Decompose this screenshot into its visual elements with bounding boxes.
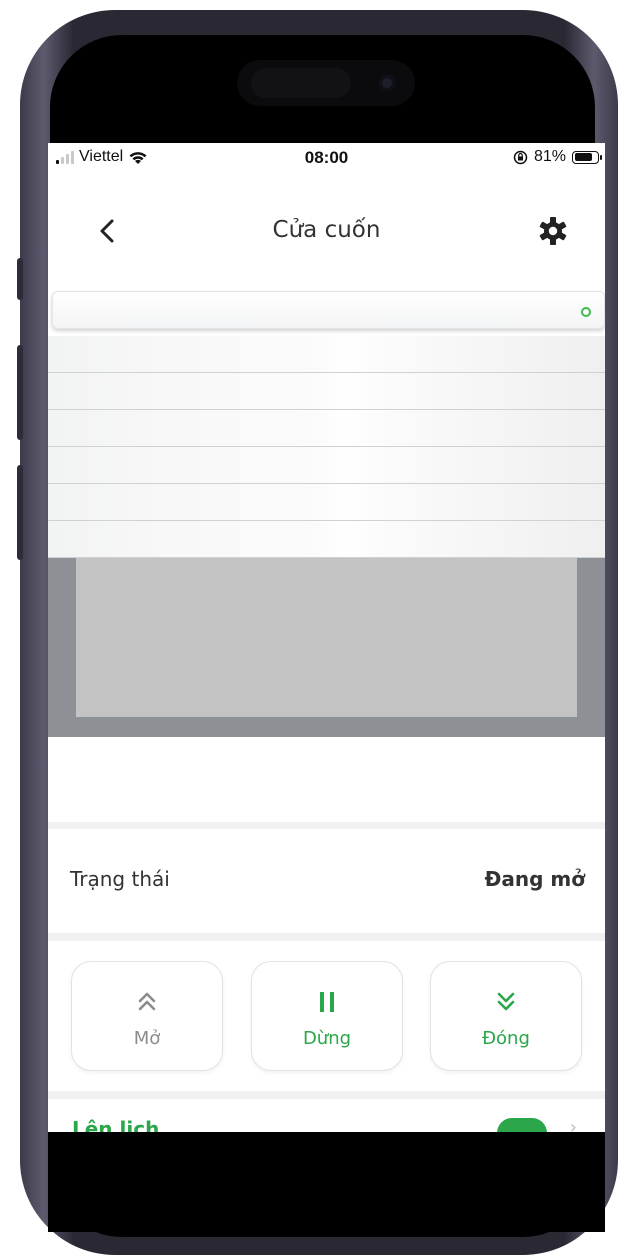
front-camera	[379, 75, 395, 91]
status-bar: Viettel 08:00 81%	[48, 143, 605, 175]
stop-button[interactable]: Dừng	[251, 961, 403, 1071]
island-sensor	[251, 68, 351, 98]
battery-percent: 81%	[533, 148, 566, 165]
page-title: Cửa cuốn	[272, 217, 381, 243]
shutter-slats	[48, 336, 605, 558]
battery-icon	[572, 150, 602, 164]
dynamic-island	[237, 60, 415, 106]
shutter-slat	[48, 484, 605, 521]
status-row: Trạng thái Đang mở	[48, 829, 605, 933]
screen-bottom-bezel	[48, 1132, 605, 1232]
shutter-slat	[48, 373, 605, 410]
nav-bar: Cửa cuốn	[48, 175, 605, 287]
close-label: Đóng	[482, 1028, 530, 1049]
pause-icon	[320, 992, 334, 1012]
stop-label: Dừng	[302, 1028, 352, 1049]
shutter-slat	[48, 521, 605, 558]
status-bar-right: 81%	[513, 148, 602, 166]
schedule-label: Lên lịch	[72, 1117, 160, 1132]
close-button[interactable]: Đóng	[430, 961, 582, 1071]
shutter-visual	[48, 287, 605, 822]
schedule-row[interactable]: Lên lịch ›	[48, 1099, 605, 1132]
orientation-lock-icon	[513, 150, 528, 164]
battery-fill	[574, 153, 592, 161]
status-value: Đang mở	[484, 867, 585, 891]
open-button[interactable]: Mở	[71, 961, 223, 1071]
app-screen: Viettel 08:00 81% Cửa cuốn Trạng thái Đa…	[48, 143, 605, 1132]
schedule-toggle[interactable]	[497, 1118, 547, 1132]
double-chevron-down-icon	[497, 992, 515, 1011]
status-led	[581, 307, 591, 317]
shutter-slat	[48, 336, 605, 373]
double-chevron-up-icon	[138, 992, 156, 1011]
icon-wrap-close	[431, 990, 581, 1016]
phone-mute-switch	[17, 258, 23, 300]
open-label: Mở	[133, 1028, 161, 1049]
shutter-housing	[52, 291, 605, 329]
icon-wrap-open	[72, 990, 222, 1016]
icon-wrap-stop	[252, 990, 402, 1016]
shutter-slat	[48, 447, 605, 484]
gear-icon[interactable]	[537, 215, 569, 247]
shutter-slat	[48, 410, 605, 447]
status-label: Trạng thái	[70, 867, 170, 891]
chevron-right-icon: ›	[569, 1117, 577, 1132]
control-buttons: Mở Dừng Đóng	[48, 941, 605, 1091]
phone-volume-up	[17, 345, 23, 440]
phone-volume-down	[17, 465, 23, 560]
